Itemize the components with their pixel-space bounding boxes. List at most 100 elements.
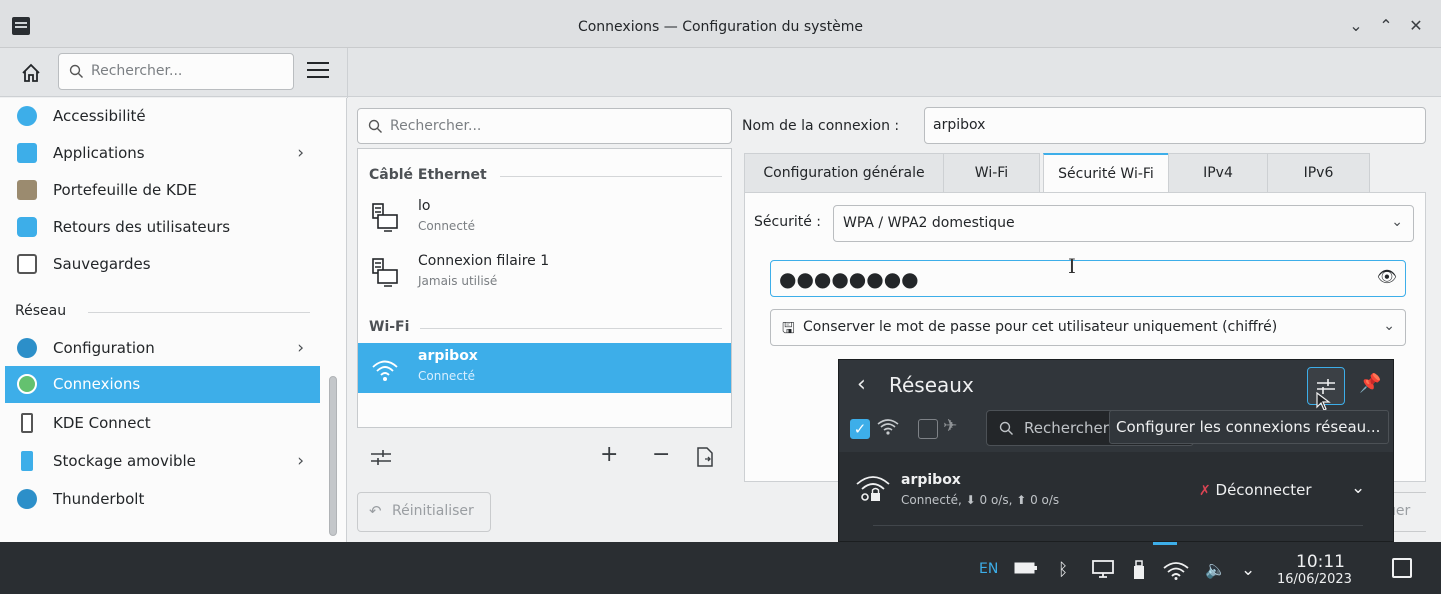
tab-wifi-security[interactable]: Sécurité Wi-Fi bbox=[1043, 153, 1169, 194]
show-desktop-button[interactable] bbox=[1392, 558, 1412, 578]
reset-label: Réinitialiser bbox=[392, 503, 474, 519]
section-divider bbox=[88, 312, 310, 313]
usb-drive-icon bbox=[21, 451, 33, 471]
wired-network-icon bbox=[372, 258, 398, 287]
connection-name-label: Nom de la connexion : bbox=[742, 118, 900, 134]
hamburger-menu-icon[interactable] bbox=[307, 62, 329, 80]
sidebar-item-applications[interactable]: Applications › bbox=[5, 135, 320, 172]
minimize-button[interactable]: ⌄ bbox=[1344, 14, 1368, 38]
sidebar-item-label: KDE Connect bbox=[53, 414, 151, 432]
bluetooth-icon[interactable]: ᛒ bbox=[1058, 560, 1068, 580]
connection-item-filaire[interactable]: Connexion filaire 1 Jamais utilisé bbox=[358, 248, 731, 298]
battery-icon[interactable] bbox=[1014, 560, 1038, 581]
clock-date[interactable]: 16/06/2023 bbox=[1277, 572, 1352, 587]
reset-button[interactable]: ↶ Réinitialiser bbox=[357, 492, 491, 532]
app-icon bbox=[12, 17, 30, 35]
sidebar-item-connexions[interactable]: Connexions bbox=[5, 366, 320, 403]
sidebar-item-label: Accessibilité bbox=[53, 107, 146, 125]
phone-icon bbox=[21, 413, 33, 433]
connection-status: Connecté bbox=[418, 369, 475, 383]
sidebar-item-configuration[interactable]: Configuration › bbox=[5, 330, 320, 367]
configure-connections-button[interactable] bbox=[1307, 367, 1345, 411]
section-header-reseau: Réseau bbox=[15, 303, 67, 319]
wifi-active-indicator bbox=[1153, 542, 1177, 545]
sidebar-item-stockage[interactable]: Stockage amovible › bbox=[5, 443, 320, 480]
undo-icon: ↶ bbox=[369, 502, 382, 520]
password-storage-value: Conserver le mot de passe pour cet utili… bbox=[803, 319, 1278, 335]
connection-status: Connecté bbox=[418, 219, 475, 233]
sidebar-search-input[interactable]: Rechercher... bbox=[58, 53, 294, 90]
sidebar-item-label: Connexions bbox=[53, 375, 141, 393]
password-field[interactable]: ●●●●●●●● 👁 bbox=[770, 260, 1406, 297]
configure-icon[interactable] bbox=[370, 446, 392, 474]
pin-icon[interactable]: 📌 bbox=[1359, 373, 1381, 394]
wifi-enable-checkbox[interactable]: ✓ bbox=[850, 419, 870, 439]
disconnect-label: Déconnecter bbox=[1215, 481, 1312, 499]
remove-connection-button[interactable]: − bbox=[652, 442, 670, 467]
clock-time[interactable]: 10:11 bbox=[1296, 552, 1345, 572]
connection-list: Câblé Ethernet lo Connecté Connexion fil… bbox=[357, 148, 732, 428]
network-item-arpibox[interactable]: arpibox Connecté, ⬇ 0 o/s, ⬆ 0 o/s ✗ Déc… bbox=[839, 460, 1393, 530]
maximize-button[interactable]: ⌃ bbox=[1374, 14, 1398, 38]
connection-name-input[interactable]: arpibox bbox=[924, 107, 1426, 144]
wired-network-icon bbox=[372, 203, 398, 232]
sidebar-item-accessibilite[interactable]: Accessibilité bbox=[5, 98, 320, 135]
password-value: ●●●●●●●● bbox=[779, 267, 919, 291]
volume-icon[interactable]: 🔈 bbox=[1205, 560, 1226, 580]
sidebar-item-label: Configuration bbox=[53, 339, 155, 357]
export-icon[interactable] bbox=[696, 446, 714, 474]
display-icon[interactable] bbox=[1092, 560, 1114, 583]
network-status: Connecté, ⬇ 0 o/s, ⬆ 0 o/s bbox=[901, 493, 1060, 507]
wifi-secured-icon bbox=[856, 476, 890, 501]
save-icon: 🖫 bbox=[782, 319, 795, 337]
connection-item-arpibox[interactable]: arpibox Connecté bbox=[358, 343, 731, 393]
wifi-icon[interactable] bbox=[1163, 560, 1189, 585]
search-icon bbox=[69, 64, 83, 78]
show-password-icon[interactable]: 👁 bbox=[1377, 267, 1397, 286]
keyboard-layout-indicator[interactable]: EN bbox=[979, 561, 998, 577]
security-select[interactable]: WPA / WPA2 domestique ⌄ bbox=[833, 205, 1414, 242]
popup-search-placeholder: Rechercher bbox=[1024, 419, 1109, 437]
chevron-up-icon[interactable]: ⌄ bbox=[1241, 560, 1255, 580]
add-connection-button[interactable]: + bbox=[600, 442, 618, 467]
connection-name-value: arpibox bbox=[933, 117, 986, 133]
tab-ipv6[interactable]: IPv6 bbox=[1267, 153, 1370, 193]
sidebar-item-label: Stockage amovible bbox=[53, 452, 196, 470]
sidebar-item-kde-connect[interactable]: KDE Connect bbox=[5, 405, 320, 442]
text-cursor-icon: I bbox=[1068, 254, 1076, 278]
wifi-icon bbox=[877, 417, 899, 440]
sidebar-scrollbar[interactable] bbox=[329, 376, 337, 536]
network-name: arpibox bbox=[901, 472, 961, 488]
sidebar-item-retours[interactable]: Retours des utilisateurs bbox=[5, 209, 320, 246]
group-divider bbox=[420, 328, 722, 329]
connection-name: Connexion filaire 1 bbox=[418, 253, 550, 269]
tab-wifi[interactable]: Wi-Fi bbox=[943, 153, 1040, 193]
tooltip: Configurer les connexions réseau... bbox=[1109, 410, 1389, 444]
connection-search-input[interactable]: Rechercher... bbox=[357, 108, 732, 144]
airplane-mode-checkbox[interactable] bbox=[918, 419, 938, 439]
sidebar-item-thunderbolt[interactable]: Thunderbolt bbox=[5, 481, 320, 518]
sidebar-item-label: Retours des utilisateurs bbox=[53, 218, 231, 236]
password-storage-select[interactable]: 🖫 Conserver le mot de passe pour cet uti… bbox=[770, 309, 1406, 346]
tab-ipv4[interactable]: IPv4 bbox=[1168, 153, 1268, 193]
back-icon[interactable]: ‹ bbox=[857, 372, 866, 397]
group-divider bbox=[500, 176, 722, 177]
popup-title: Réseaux bbox=[889, 373, 974, 397]
connection-item-lo[interactable]: lo Connecté bbox=[358, 193, 731, 243]
chevron-down-icon[interactable]: ⌄ bbox=[1351, 478, 1365, 498]
chevron-right-icon: › bbox=[297, 451, 304, 471]
chevron-right-icon: › bbox=[297, 143, 304, 163]
applications-icon bbox=[17, 143, 37, 163]
sidebar-item-label: Applications bbox=[53, 144, 145, 162]
usb-drive-icon[interactable] bbox=[1132, 560, 1146, 585]
backup-icon bbox=[17, 254, 37, 274]
sidebar-item-portefeuille[interactable]: Portefeuille de KDE bbox=[5, 172, 320, 209]
chevron-down-icon: ⌄ bbox=[1383, 318, 1395, 334]
title-bar: Connexions — Configuration du système bbox=[0, 0, 1441, 48]
sidebar-item-sauvegardes[interactable]: Sauvegardes bbox=[5, 246, 320, 283]
network-popup: ‹ Réseaux 📌 ✓ ✈ Rechercher Configurer le… bbox=[838, 359, 1394, 542]
tab-general[interactable]: Configuration générale bbox=[744, 153, 944, 193]
home-icon[interactable] bbox=[20, 62, 42, 84]
close-button[interactable]: ✕ bbox=[1404, 14, 1428, 38]
disconnect-button[interactable]: ✗ Déconnecter bbox=[1199, 481, 1312, 499]
